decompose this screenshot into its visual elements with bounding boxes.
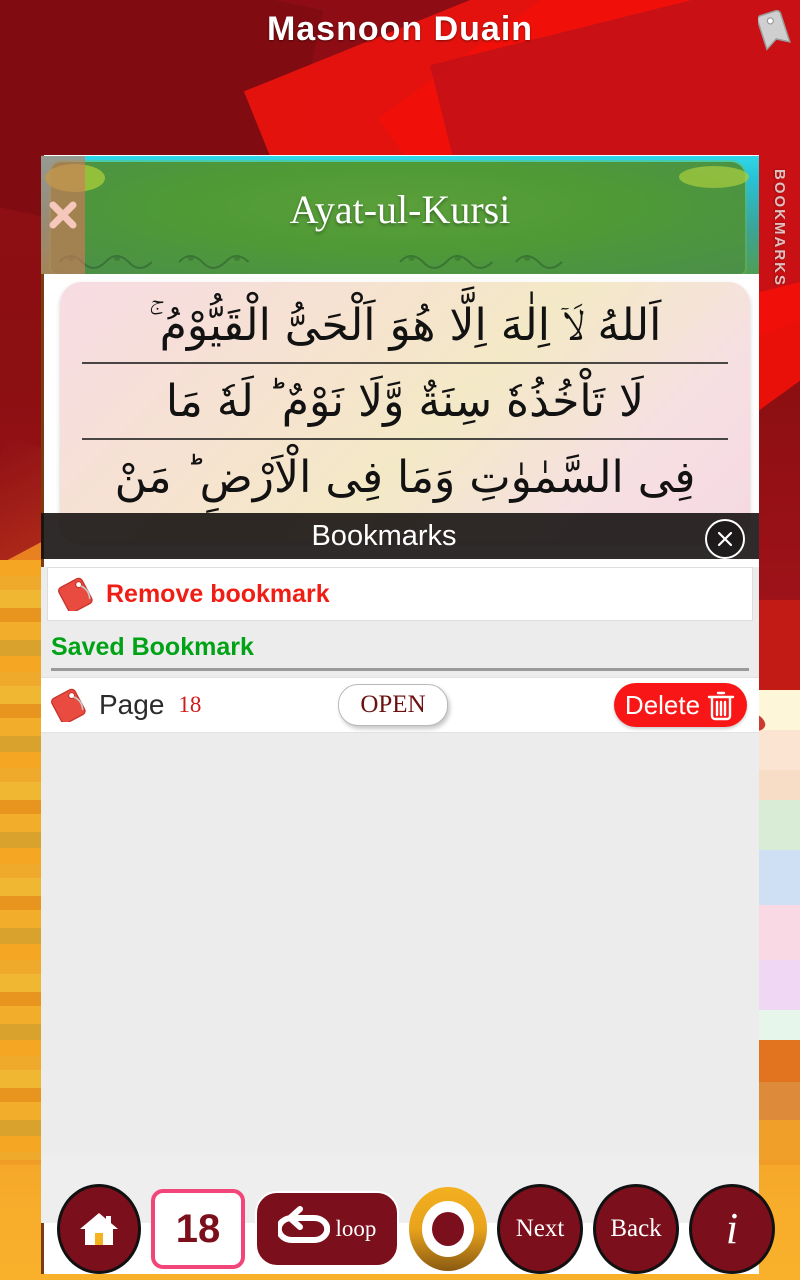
bookmark-page-word: Page [99, 689, 165, 720]
close-reader-button[interactable] [41, 156, 85, 274]
dialog-title-bar: Bookmarks [41, 513, 759, 559]
saved-bookmark-section-label: Saved Bookmark [51, 633, 254, 661]
ayah-line: فِى السَّمٰوٰتِ وَمَا فِى الْاَرْضِ ؕ مَ… [114, 452, 696, 503]
surah-title: Ayat-ul-Kursi [289, 187, 511, 232]
back-button[interactable]: Back [593, 1184, 679, 1274]
dialog-body: Remove bookmark Saved Bookmark Page 18 O… [41, 567, 759, 1221]
record-circle-icon [422, 1201, 474, 1257]
next-label: Next [515, 1215, 565, 1242]
trash-icon [707, 691, 735, 721]
back-label: Back [610, 1215, 662, 1242]
close-x-icon [49, 201, 77, 229]
bookmarks-dialog: Bookmarks Remove bookmark Saved Bookmark [41, 513, 759, 1221]
bookmark-list-item[interactable]: Page 18 OPEN Delete [41, 677, 759, 733]
bookmark-tag-icon [58, 577, 93, 611]
record-dot [432, 1212, 464, 1246]
ayah-line: لَا تَاْخُذُهٗ سِنَةٌ وَّلَا نَوْمٌ ؕ لَ… [165, 376, 645, 427]
loop-label: loop [335, 1216, 377, 1241]
home-icon [80, 1213, 118, 1245]
delete-bookmark-button[interactable]: Delete [614, 683, 747, 727]
bookmarks-rail[interactable]: BOOKMARKS [759, 155, 800, 455]
loop-button[interactable]: loop [255, 1191, 399, 1267]
add-bookmark-button[interactable] [756, 8, 792, 56]
surah-header-banner: Ayat-ul-Kursi [41, 156, 759, 274]
bookmarks-rail-label: BOOKMARKS [771, 169, 788, 287]
ayah-line: اَللهُ لَاۤ اِلٰهَ اِلَّا هُوَ اَلْحَىُّ… [148, 300, 662, 351]
dialog-title: Bookmarks [311, 519, 457, 552]
bottom-toolbar: 18 loop Next Back i [41, 1155, 775, 1280]
home-button[interactable] [57, 1184, 141, 1274]
info-button[interactable]: i [689, 1184, 775, 1274]
delete-button-label: Delete [624, 689, 701, 720]
close-circle-icon [717, 531, 733, 547]
loop-arrow-icon [277, 1206, 330, 1243]
page-title: Masnoon Duain [266, 10, 534, 48]
record-button[interactable] [409, 1187, 487, 1271]
page-number-indicator[interactable]: 18 [151, 1189, 245, 1269]
bookmark-tag-icon [51, 688, 86, 722]
page-number-value: 18 [175, 1206, 221, 1251]
open-bookmark-button[interactable]: OPEN [338, 684, 448, 726]
ayah-text-card: اَللهُ لَاۤ اِلٰهَ اِلَّا هُوَ اَلْحَىُّ… [60, 282, 750, 542]
next-button[interactable]: Next [497, 1184, 583, 1274]
header-ornament [53, 244, 747, 270]
remove-bookmark-label: Remove bookmark [106, 579, 330, 608]
open-button-label: OPEN [360, 691, 426, 718]
dialog-close-button[interactable] [705, 519, 745, 559]
toolbar-buttons-row: 18 loop Next Back i [41, 1184, 775, 1274]
bookmark-tag-icon [756, 9, 791, 51]
bookmark-page-number: 18 [178, 692, 202, 717]
section-divider [51, 668, 749, 671]
remove-bookmark-button[interactable]: Remove bookmark [47, 567, 753, 621]
info-label: i [725, 1204, 739, 1253]
